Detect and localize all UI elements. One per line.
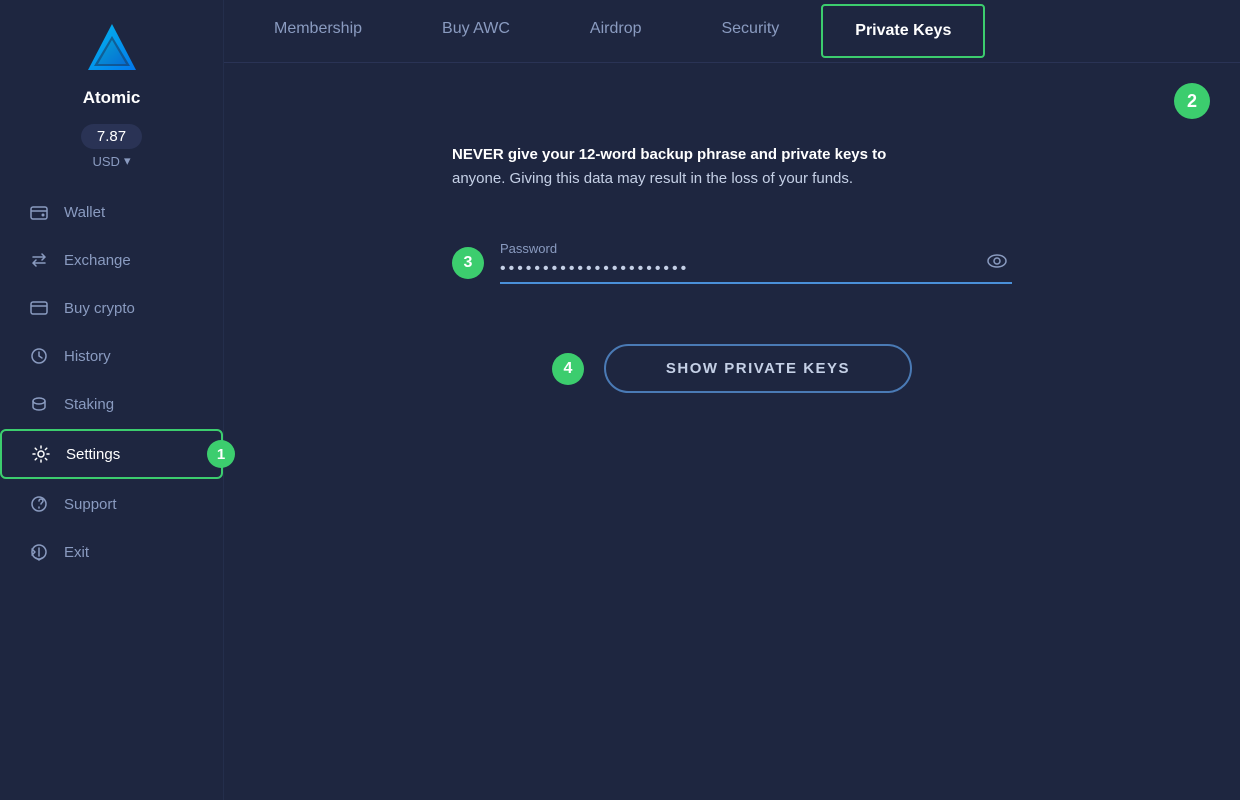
warning-text: NEVER give your 12-word backup phrase an…	[452, 143, 1012, 191]
password-label: Password	[500, 241, 1012, 256]
tab-label: Security	[721, 20, 779, 37]
password-input[interactable]	[500, 260, 1012, 278]
sidebar-item-history[interactable]: History	[0, 333, 223, 379]
sidebar-item-label: History	[64, 348, 195, 365]
tab-label: Private Keys	[855, 22, 951, 39]
history-icon	[28, 345, 50, 367]
sidebar-item-label: Settings	[66, 446, 193, 463]
sidebar-item-buy-crypto[interactable]: Buy crypto	[0, 285, 223, 331]
wallet-icon	[28, 201, 50, 223]
form-section: 3 Password 4 SHOW PRIVATE KEYS	[452, 241, 1012, 393]
tab-label: Buy AWC	[442, 20, 510, 37]
sidebar-item-settings[interactable]: Settings 1	[0, 429, 223, 479]
sidebar-item-label: Exit	[64, 544, 195, 561]
sidebar-item-staking[interactable]: Staking	[0, 381, 223, 427]
logo-area: Atomic	[80, 20, 144, 108]
tab-buy-awc[interactable]: Buy AWC	[402, 0, 550, 62]
settings-icon	[30, 443, 52, 465]
staking-icon	[28, 393, 50, 415]
chevron-down-icon: ▾	[124, 153, 131, 169]
show-keys-wrap: 4 SHOW PRIVATE KEYS	[452, 344, 1012, 393]
show-private-keys-button[interactable]: SHOW PRIVATE KEYS	[604, 344, 912, 393]
exchange-icon	[28, 249, 50, 271]
step3-badge: 3	[452, 247, 484, 279]
tab-label: Membership	[274, 20, 362, 37]
tab-bar: Membership Buy AWC Airdrop Security Priv…	[224, 0, 1240, 63]
eye-icon[interactable]	[986, 253, 1008, 274]
buy-crypto-icon	[28, 297, 50, 319]
currency-value: USD	[93, 154, 120, 169]
tab-security[interactable]: Security	[681, 0, 819, 62]
sidebar-item-support[interactable]: Support	[0, 481, 223, 527]
sidebar-item-exchange[interactable]: Exchange	[0, 237, 223, 283]
atomic-logo	[80, 20, 144, 84]
warning-text-normal: anyone. Giving this data may result in t…	[452, 170, 853, 187]
balance-display: 7.87	[81, 124, 142, 149]
sidebar-item-label: Exchange	[64, 252, 195, 269]
password-field-wrap: 3 Password	[452, 241, 1012, 284]
password-input-container: Password	[500, 241, 1012, 284]
exit-icon	[28, 541, 50, 563]
warning-text-bold: NEVER give your 12-word backup phrase an…	[452, 146, 886, 163]
nav-items: Wallet Exchange Buy crypto	[0, 189, 223, 780]
step4-badge: 4	[552, 353, 584, 385]
balance-value: 7.87	[97, 128, 126, 145]
step2-badge: 2	[1174, 83, 1210, 119]
sidebar-item-label: Wallet	[64, 204, 195, 221]
currency-selector[interactable]: USD ▾	[93, 153, 131, 169]
sidebar-item-label: Staking	[64, 396, 195, 413]
sidebar-item-label: Buy crypto	[64, 300, 195, 317]
sidebar-item-exit[interactable]: Exit	[0, 529, 223, 575]
tab-airdrop[interactable]: Airdrop	[550, 0, 682, 62]
sidebar-item-label: Support	[64, 496, 195, 513]
sidebar: Atomic 7.87 USD ▾ Wallet	[0, 0, 224, 800]
tab-label: Airdrop	[590, 20, 642, 37]
support-icon	[28, 493, 50, 515]
app-name: Atomic	[83, 88, 141, 108]
content-area: 2 NEVER give your 12-word backup phrase …	[224, 63, 1240, 800]
main-content: Membership Buy AWC Airdrop Security Priv…	[224, 0, 1240, 800]
sidebar-item-wallet[interactable]: Wallet	[0, 189, 223, 235]
tab-membership[interactable]: Membership	[234, 0, 402, 62]
tab-private-keys[interactable]: Private Keys	[821, 4, 985, 58]
